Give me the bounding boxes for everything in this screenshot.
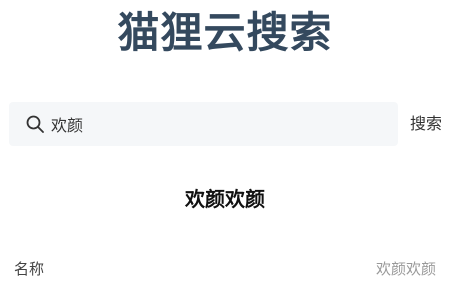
search-input[interactable] (51, 102, 381, 146)
info-label-name: 名称 (14, 260, 45, 278)
result-title: 欢颜欢颜 (185, 187, 265, 211)
app-title: 猫狸云搜索 (117, 8, 333, 57)
search-button[interactable]: 搜索 (404, 102, 448, 146)
info-value-name: 欢颜欢颜 (375, 260, 436, 278)
search-icon (25, 114, 45, 134)
search-box[interactable] (9, 102, 398, 146)
info-row-name: 名称 欢颜欢颜 (14, 256, 436, 282)
